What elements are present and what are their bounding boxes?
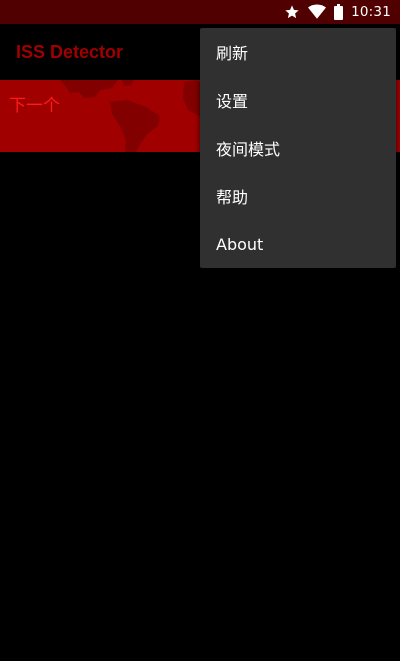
app-title: ISS Detector <box>16 41 124 62</box>
menu-item-night-mode[interactable]: 夜间模式 <box>200 124 396 172</box>
menu-item-help[interactable]: 帮助 <box>200 172 396 220</box>
screen: 10:31 ISS Detector 下一个 刷新 设置 夜间模式 帮助 Abo… <box>0 0 400 661</box>
wifi-icon <box>308 4 327 20</box>
menu-item-about[interactable]: About <box>200 220 396 268</box>
battery-icon <box>334 4 344 20</box>
overflow-menu: 刷新 设置 夜间模式 帮助 About <box>200 28 396 268</box>
menu-item-settings[interactable]: 设置 <box>200 76 396 124</box>
next-pass-label: 下一个 <box>9 96 60 116</box>
menu-item-refresh[interactable]: 刷新 <box>200 28 396 76</box>
status-bar: 10:31 <box>0 0 400 24</box>
status-time: 10:31 <box>351 4 391 20</box>
star-icon <box>284 4 300 20</box>
